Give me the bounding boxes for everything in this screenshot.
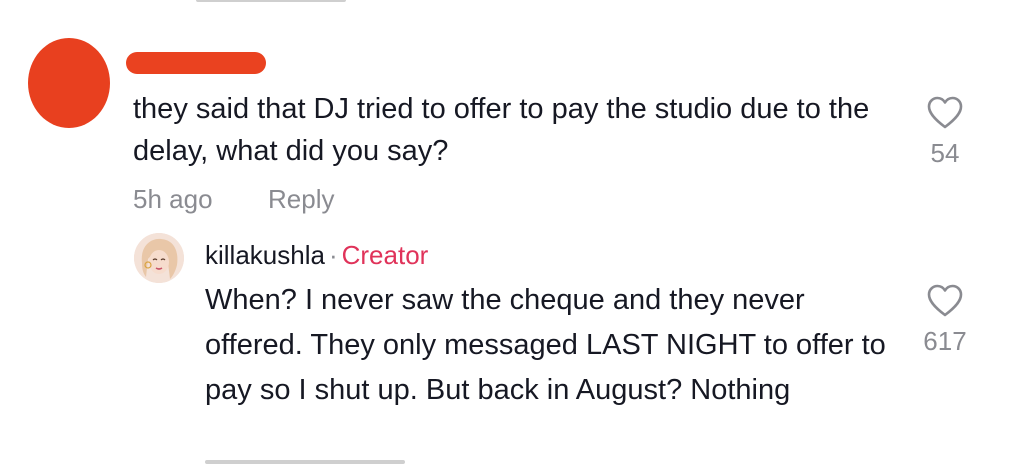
comment-text: they said that DJ tried to offer to pay … bbox=[133, 93, 870, 167]
creator-avatar-illustration bbox=[134, 233, 184, 283]
comment-like-button[interactable]: 54 bbox=[905, 96, 985, 169]
cut-off-text-fragment bbox=[196, 0, 346, 4]
comments-panel: they said that DJ tried to offer to pay … bbox=[0, 0, 1012, 464]
reply-like-count: 617 bbox=[923, 326, 967, 356]
heart-outline-icon bbox=[927, 284, 963, 317]
heart-outline-icon bbox=[927, 96, 963, 129]
reply-header: killakushla · Creator bbox=[205, 238, 428, 272]
comment-timestamp: 5h ago bbox=[133, 184, 213, 214]
creator-avatar[interactable] bbox=[134, 233, 184, 283]
reply-separator: · bbox=[328, 240, 338, 270]
comment-reply-button[interactable]: Reply bbox=[268, 184, 334, 215]
cut-off-text-fragment bbox=[205, 456, 405, 464]
creator-badge: Creator bbox=[341, 240, 429, 270]
commenter-name-redacted[interactable] bbox=[126, 52, 266, 74]
reply-like-button[interactable]: 617 bbox=[905, 284, 985, 357]
reply-text: When? I never saw the cheque and they ne… bbox=[205, 284, 886, 406]
commenter-avatar-redacted[interactable] bbox=[28, 38, 110, 128]
comment-like-count: 54 bbox=[930, 138, 960, 168]
reply-username[interactable]: killakushla bbox=[205, 240, 325, 270]
